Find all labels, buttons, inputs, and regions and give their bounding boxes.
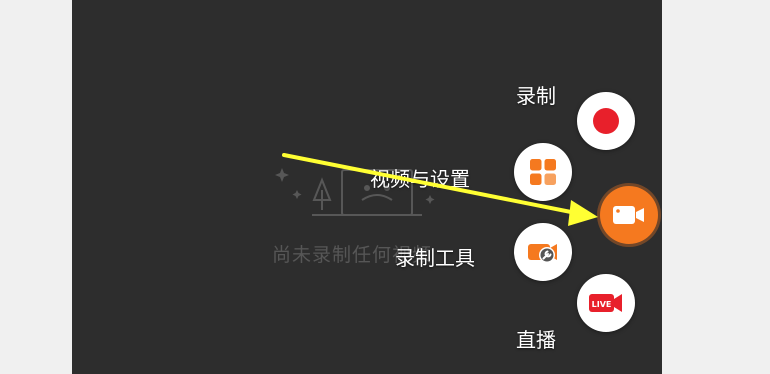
live-button[interactable]: LIVE: [577, 274, 635, 332]
camera-wrench-icon: [528, 244, 557, 263]
grid-icon: [530, 159, 556, 185]
main-record-menu-button[interactable]: [600, 186, 658, 244]
video-settings-button[interactable]: [514, 143, 572, 201]
video-settings-label: 视频与设置: [370, 167, 470, 191]
app-screen: 尚未录制任何视频 录制 视频与设置 录制工具 LIVE 直播: [72, 0, 662, 374]
record-label: 录制: [516, 84, 556, 108]
record-dot-icon: [593, 108, 619, 134]
record-tools-button[interactable]: [514, 223, 572, 281]
live-badge-text: LIVE: [592, 300, 612, 309]
record-button[interactable]: [577, 92, 635, 150]
record-tools-label: 录制工具: [395, 246, 475, 270]
video-camera-icon: [613, 206, 644, 224]
live-camera-icon: LIVE: [589, 294, 622, 312]
live-label: 直播: [516, 328, 556, 352]
